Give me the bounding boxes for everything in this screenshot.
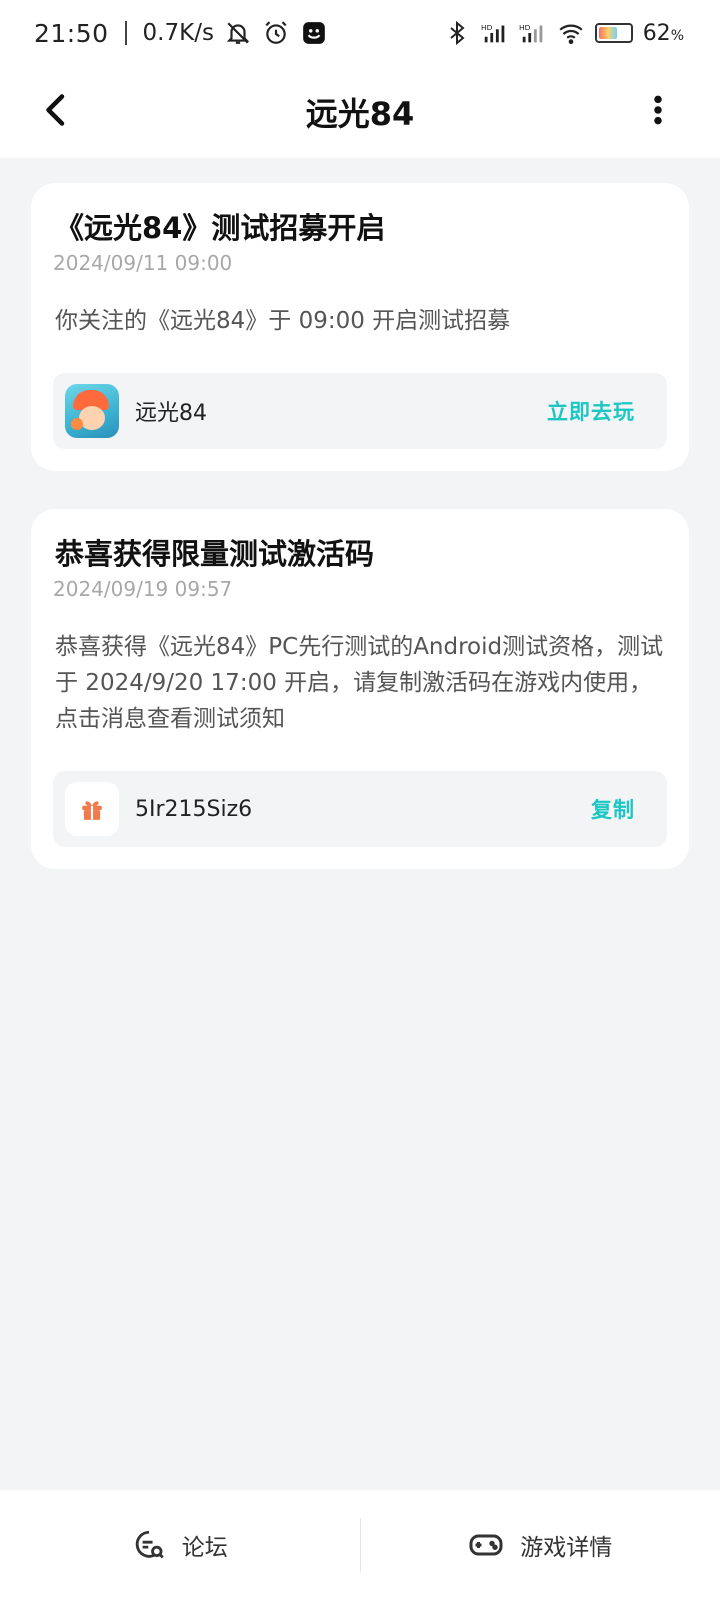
battery-percent-value: 62 bbox=[642, 20, 671, 46]
card-date: 2024/09/11 09:00 bbox=[53, 251, 233, 275]
more-vertical-icon bbox=[654, 95, 662, 125]
activation-code: 5Ir215Siz6 bbox=[135, 796, 253, 822]
play-now-button[interactable]: 立即去玩 bbox=[547, 396, 635, 426]
network-speed: 0.7K/s bbox=[142, 20, 214, 46]
alarm-icon bbox=[262, 19, 290, 47]
svg-text:HD: HD bbox=[481, 23, 493, 32]
game-link-box[interactable]: 远光84 立即去玩 bbox=[53, 373, 667, 449]
game-details-button[interactable]: 游戏详情 bbox=[361, 1490, 720, 1600]
status-time: 21:50 bbox=[34, 18, 109, 48]
page-title: 远光84 bbox=[305, 95, 415, 133]
card-title: 恭喜获得限量测试激活码 bbox=[55, 537, 375, 571]
top-nav: 远光84 bbox=[0, 66, 720, 158]
bluetooth-icon bbox=[443, 19, 471, 47]
card-date: 2024/09/19 09:57 bbox=[53, 577, 233, 601]
svg-text:HD: HD bbox=[519, 23, 531, 32]
chevron-left-icon bbox=[46, 94, 65, 126]
card-body: 恭喜获得《远光84》PC先行测试的Android测试资格，测试于 2024/9/… bbox=[55, 634, 664, 732]
status-right: HD HD 62% bbox=[443, 19, 684, 47]
signal-hd-2-icon: HD bbox=[519, 19, 547, 47]
battery-level bbox=[598, 27, 618, 39]
forum-button[interactable]: 论坛 bbox=[0, 1490, 360, 1600]
card-title: 《远光84》测试招募开启 bbox=[55, 211, 386, 245]
status-divider bbox=[124, 21, 127, 45]
battery-icon bbox=[594, 23, 633, 43]
status-left: 21:50 0.7K/s bbox=[34, 19, 328, 48]
game-name: 远光84 bbox=[135, 401, 207, 426]
message-card-recruit[interactable]: 《远光84》测试招募开启 2024/09/11 09:00 你关注的《远光84》… bbox=[31, 183, 689, 471]
more-button[interactable] bbox=[636, 88, 680, 132]
card-body: 你关注的《远光84》于 09:00 开启测试招募 bbox=[55, 308, 511, 334]
copy-button[interactable]: 复制 bbox=[591, 794, 635, 824]
forum-label: 论坛 bbox=[181, 1535, 228, 1561]
forum-search-icon bbox=[135, 1530, 164, 1559]
message-card-activation-code[interactable]: 恭喜获得限量测试激活码 2024/09/19 09:57 恭喜获得《远光84》P… bbox=[31, 509, 689, 869]
activation-code-box: 5Ir215Siz6 复制 bbox=[53, 771, 667, 847]
status-bar: 21:50 0.7K/s HD HD 62% bbox=[0, 0, 720, 66]
wifi-icon bbox=[557, 19, 585, 47]
game-details-label: 游戏详情 bbox=[520, 1535, 613, 1561]
gamepad-icon bbox=[469, 1534, 503, 1556]
gift-icon bbox=[65, 782, 119, 836]
bottom-bar: 论坛 游戏详情 bbox=[0, 1490, 720, 1600]
game-app-icon bbox=[65, 384, 119, 438]
battery-percent: 62% bbox=[643, 21, 684, 46]
bell-muted-icon bbox=[224, 19, 252, 47]
back-button[interactable] bbox=[34, 88, 78, 132]
app-notification-icon bbox=[300, 19, 328, 47]
battery-percent-unit: % bbox=[670, 27, 684, 44]
signal-hd-icon: HD bbox=[481, 19, 509, 47]
